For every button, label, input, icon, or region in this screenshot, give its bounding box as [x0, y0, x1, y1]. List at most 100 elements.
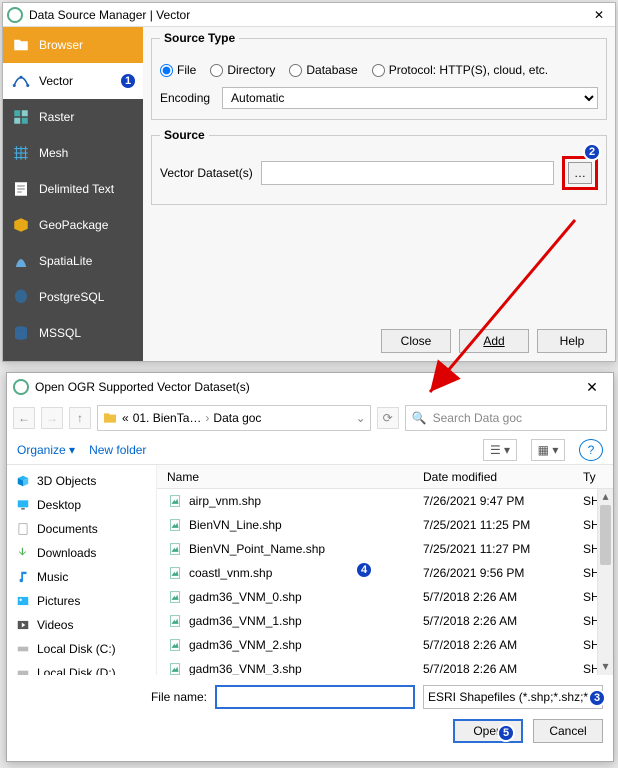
folder-icon	[11, 35, 31, 55]
help-icon[interactable]: ?	[579, 439, 603, 461]
help-button[interactable]: Help	[537, 329, 607, 353]
sidebar-item-geopackage[interactable]: GeoPackage	[3, 207, 143, 243]
scrollbar[interactable]: ▴ ▾	[597, 489, 613, 675]
file-dialog-titlebar[interactable]: Open OGR Supported Vector Dataset(s) ✕	[7, 373, 613, 401]
sidebar-item-delimited-text[interactable]: Delimited Text	[3, 171, 143, 207]
header-type[interactable]: Ty	[583, 470, 613, 484]
file-date: 5/7/2018 2:26 AM	[423, 638, 583, 652]
list-row[interactable]: coastl_vnm.shp7/26/2021 9:56 PMSH	[157, 561, 613, 585]
list-row[interactable]: gadm36_VNM_0.shp5/7/2018 2:26 AMSH	[157, 585, 613, 609]
sidebar-item-mssql[interactable]: MSSQL	[3, 315, 143, 351]
sidebar-item-raster[interactable]: Raster	[3, 99, 143, 135]
close-icon[interactable]: ✕	[577, 379, 607, 396]
file-name: airp_vnm.shp	[189, 494, 261, 508]
vector-icon	[11, 71, 31, 91]
filename-input[interactable]	[215, 685, 415, 709]
radio-directory[interactable]: Directory	[210, 63, 275, 77]
tree-item-music[interactable]: Music	[7, 565, 156, 589]
file-date: 7/25/2021 11:27 PM	[423, 542, 583, 556]
open-button[interactable]: Open 5	[453, 719, 523, 743]
window-title: Data Source Manager | Vector	[29, 3, 587, 27]
file-name: BienVN_Point_Name.shp	[189, 542, 325, 556]
list-row[interactable]: BienVN_Line.shp7/25/2021 11:25 PMSH	[157, 513, 613, 537]
sidebar-item-postgresql[interactable]: PostgreSQL	[3, 279, 143, 315]
list-row[interactable]: gadm36_VNM_1.shp5/7/2018 2:26 AMSH	[157, 609, 613, 633]
desktop-icon	[15, 497, 31, 513]
radio-file-input[interactable]	[160, 64, 173, 77]
scroll-up-icon[interactable]: ▴	[598, 489, 613, 505]
file-list: Name Date modified Ty airp_vnm.shp7/26/2…	[157, 465, 613, 675]
radio-directory-input[interactable]	[210, 64, 223, 77]
sidebar-item-mesh[interactable]: Mesh	[3, 135, 143, 171]
refresh-button[interactable]: ⟳	[377, 407, 399, 429]
spatialite-icon	[11, 251, 31, 271]
forward-button[interactable]: →	[41, 407, 63, 429]
breadcrumb-root[interactable]: «	[122, 411, 129, 425]
encoding-select[interactable]: Automatic	[222, 87, 598, 109]
file-date: 7/25/2021 11:25 PM	[423, 518, 583, 532]
search-placeholder: Search Data goc	[433, 411, 522, 425]
badge-5: 5	[497, 724, 515, 742]
vector-datasets-input[interactable]	[261, 161, 554, 185]
filetype-select[interactable]: ESRI Shapefiles (*.shp;*.shz;*.sh 3	[423, 685, 603, 709]
view-list-button[interactable]: ☰ ▾	[483, 439, 517, 461]
filename-label: File name:	[151, 690, 207, 704]
tree-item-pictures[interactable]: Pictures	[7, 589, 156, 613]
breadcrumb[interactable]: « 01. BienTa… › Data goc ⌄	[97, 405, 371, 431]
new-folder-button[interactable]: New folder	[89, 443, 146, 457]
close-button[interactable]: Close	[381, 329, 451, 353]
view-details-button[interactable]: ▦ ▾	[531, 439, 565, 461]
browse-button[interactable]: …	[568, 162, 592, 184]
tree-item-videos[interactable]: Videos	[7, 613, 156, 637]
add-button[interactable]: Add	[459, 329, 529, 353]
geopackage-icon	[11, 215, 31, 235]
pictures-icon	[15, 593, 31, 609]
back-button[interactable]: ←	[13, 407, 35, 429]
sidebar-item-label: Browser	[39, 38, 83, 52]
organize-menu[interactable]: Organize ▾	[17, 443, 75, 457]
list-row[interactable]: gadm36_VNM_2.shp5/7/2018 2:26 AMSH	[157, 633, 613, 657]
tree-item-3d-objects[interactable]: 3D Objects	[7, 469, 156, 493]
breadcrumb-seg[interactable]: 01. BienTa…	[133, 411, 202, 425]
tree-item-documents[interactable]: Documents	[7, 517, 156, 541]
main-panel: Source Type File Directory Database Prot…	[143, 27, 615, 361]
delimited-text-icon	[11, 179, 31, 199]
list-header[interactable]: Name Date modified Ty	[157, 465, 613, 489]
radio-protocol-input[interactable]	[372, 64, 385, 77]
search-icon: 🔍	[412, 411, 427, 425]
radio-database[interactable]: Database	[289, 63, 357, 77]
scroll-thumb[interactable]	[600, 505, 611, 565]
tree-item-desktop[interactable]: Desktop	[7, 493, 156, 517]
list-row[interactable]: gadm36_VNM_3.shp5/7/2018 2:26 AMSH	[157, 657, 613, 675]
tree-item-downloads[interactable]: Downloads	[7, 541, 156, 565]
radio-file[interactable]: File	[160, 63, 196, 77]
titlebar[interactable]: Data Source Manager | Vector ✕	[3, 3, 615, 27]
chevron-down-icon[interactable]: ⌄	[356, 411, 366, 425]
sidebar-item-browser[interactable]: Browser	[3, 27, 143, 63]
close-icon[interactable]: ✕	[587, 3, 611, 27]
scroll-down-icon[interactable]: ▾	[598, 659, 613, 675]
cancel-button[interactable]: Cancel	[533, 719, 603, 743]
sidebar-item-label: Mesh	[39, 146, 68, 160]
list-row[interactable]: BienVN_Point_Name.shp7/25/2021 11:27 PMS…	[157, 537, 613, 561]
header-name[interactable]: Name	[157, 470, 423, 484]
tree-item-local-disk-d[interactable]: Local Disk (D:)	[7, 661, 156, 675]
radio-protocol[interactable]: Protocol: HTTP(S), cloud, etc.	[372, 63, 548, 77]
sidebar-item-spatialite[interactable]: SpatiaLite	[3, 243, 143, 279]
sidebar-item-vector[interactable]: Vector 1	[3, 63, 143, 99]
raster-icon	[11, 107, 31, 127]
breadcrumb-seg[interactable]: Data goc	[213, 411, 261, 425]
postgresql-icon	[11, 287, 31, 307]
radio-database-input[interactable]	[289, 64, 302, 77]
search-input[interactable]: 🔍 Search Data goc	[405, 405, 607, 431]
sidebar-item-label: Vector	[39, 74, 73, 88]
badge-4: 4	[355, 561, 373, 579]
up-button[interactable]: ↑	[69, 407, 91, 429]
file-dialog-title: Open OGR Supported Vector Dataset(s)	[35, 380, 577, 394]
folder-tree: 3D Objects Desktop Documents Downloads M…	[7, 465, 157, 675]
source-type-group: Source Type File Directory Database Prot…	[151, 31, 607, 120]
header-date[interactable]: Date modified	[423, 470, 583, 484]
tree-item-local-disk-c[interactable]: Local Disk (C:)	[7, 637, 156, 661]
shp-file-icon	[167, 541, 183, 557]
list-row[interactable]: airp_vnm.shp7/26/2021 9:47 PMSH	[157, 489, 613, 513]
